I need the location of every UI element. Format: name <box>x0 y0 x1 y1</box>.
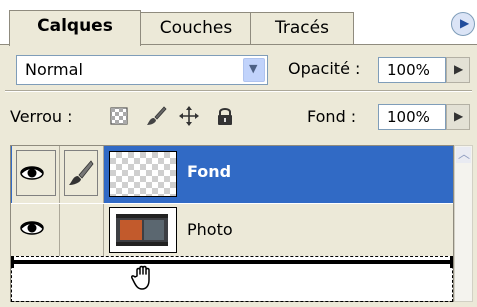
visibility-toggle[interactable] <box>12 204 60 256</box>
layer-row-fond[interactable]: Fond <box>11 146 453 204</box>
layer-thumbnail <box>109 207 177 253</box>
blend-mode-select[interactable]: Normal ▼ <box>16 55 268 85</box>
layers-list: Fond Photo <box>10 145 454 302</box>
tab-couches[interactable]: Couches <box>134 12 258 45</box>
layer-thumbnail <box>109 151 177 197</box>
tab-traces-label: Tracés <box>275 18 329 38</box>
grab-hand-cursor-icon <box>131 265 150 290</box>
blend-mode-value: Normal <box>25 60 83 79</box>
brush-lock-icon[interactable] <box>145 105 167 127</box>
tab-calques-label: Calques <box>37 16 113 36</box>
brush-box <box>64 150 98 196</box>
scroll-up-button[interactable]: ︿ <box>456 147 471 163</box>
fill-value: 100% <box>387 108 430 126</box>
tab-bar: Calques Couches Tracés ▶ <box>0 0 477 46</box>
chevron-down-icon: ▼ <box>249 62 258 75</box>
opacity-slider-button[interactable]: ▶ <box>446 57 470 83</box>
eye-icon <box>20 166 44 180</box>
tab-traces[interactable]: Tracés <box>250 12 354 45</box>
tab-calques[interactable]: Calques <box>9 10 141 46</box>
drop-line-cap <box>450 256 453 268</box>
layer-link-toggle[interactable] <box>60 146 104 203</box>
layer-row-photo[interactable]: Photo <box>11 204 453 256</box>
play-arrow-icon: ▶ <box>454 109 464 123</box>
layer-link-toggle[interactable] <box>60 204 104 256</box>
play-arrow-icon: ▶ <box>454 62 464 76</box>
fill-label: Fond : <box>307 107 357 126</box>
blend-row: Normal ▼ Opacité : 100% ▶ <box>0 46 477 90</box>
layers-scrollbar[interactable]: ︿ <box>454 145 473 302</box>
visibility-box <box>16 150 56 196</box>
visibility-toggle[interactable] <box>12 146 60 203</box>
fill-field[interactable]: 100% <box>378 104 446 130</box>
move-lock-icon[interactable] <box>178 105 200 127</box>
layer-name[interactable]: Photo <box>187 220 233 239</box>
transparency-lock-icon[interactable] <box>108 105 130 127</box>
lock-row: Verrou : Fond : 100% ▶ <box>0 93 477 143</box>
tab-couches-label: Couches <box>159 18 233 38</box>
eye-icon <box>20 221 44 235</box>
layer-name[interactable]: Fond <box>187 162 231 181</box>
brush-icon <box>69 160 94 185</box>
play-arrow-icon: ▶ <box>460 16 470 30</box>
opacity-label: Opacité : <box>288 59 361 78</box>
opacity-value: 100% <box>387 61 430 79</box>
drop-insertion-line <box>11 260 453 264</box>
photo-thumbnail-icon <box>110 208 176 252</box>
drop-line-cap <box>11 256 14 268</box>
fill-slider-button[interactable]: ▶ <box>446 104 470 130</box>
padlock-icon[interactable] <box>214 105 236 127</box>
blend-mode-dropdown-button[interactable]: ▼ <box>243 58 265 82</box>
chevron-up-icon: ︿ <box>458 147 471 161</box>
layers-panel: Calques Couches Tracés ▶ Normal ▼ Opacit… <box>0 0 477 307</box>
panel-menu-button[interactable]: ▶ <box>451 12 475 36</box>
lock-label: Verrou : <box>10 107 73 126</box>
divider <box>5 90 472 92</box>
opacity-field[interactable]: 100% <box>378 57 446 83</box>
